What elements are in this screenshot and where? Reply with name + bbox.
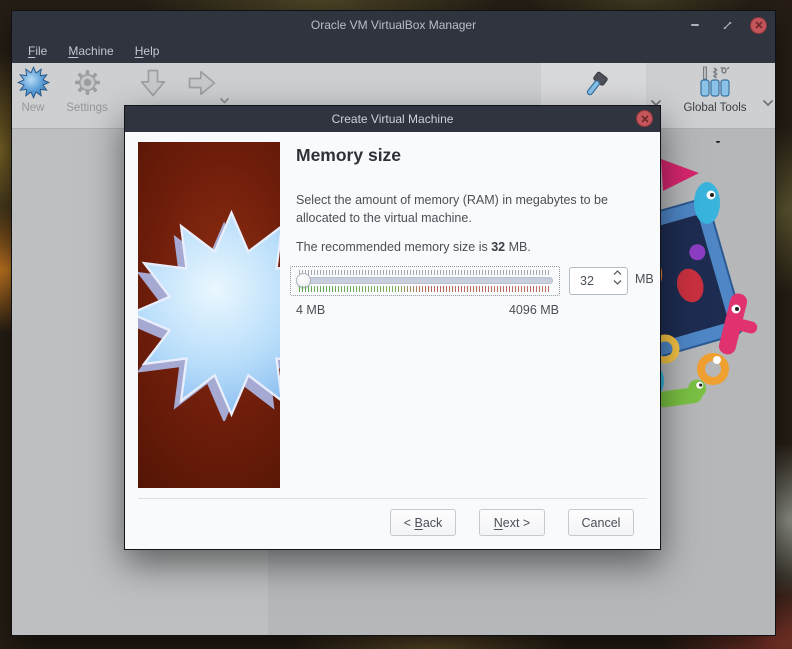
arrow-right-icon xyxy=(188,70,216,96)
slider-min-label: 4 MB xyxy=(296,303,326,317)
recommendation-text: The recommended memory size is 32 MB. xyxy=(296,240,531,254)
close-icon xyxy=(754,21,763,29)
spin-down-button[interactable] xyxy=(613,279,622,285)
wizard-starburst-image xyxy=(138,142,280,488)
global-tools-icon xyxy=(700,66,730,97)
button-separator xyxy=(138,498,647,499)
slider-ticks-top xyxy=(299,270,551,275)
description-text: Select the amount of memory (RAM) in meg… xyxy=(296,193,608,225)
minimize-button[interactable] xyxy=(686,16,704,34)
hammer-icon xyxy=(586,71,608,96)
machine-tools-button[interactable] xyxy=(568,70,620,104)
window-title: Oracle VM VirtualBox Manager xyxy=(310,18,477,32)
menu-file[interactable]: File xyxy=(20,42,55,60)
memory-slider[interactable] xyxy=(290,266,560,296)
global-tools-label: Global Tools xyxy=(683,102,747,114)
window-controls xyxy=(686,11,767,39)
close-button[interactable] xyxy=(750,16,767,34)
slider-ticks-colored xyxy=(299,286,551,292)
cancel-button[interactable]: Cancel xyxy=(568,509,634,536)
restore-icon xyxy=(723,21,731,29)
discard-button[interactable] xyxy=(134,66,172,100)
back-button[interactable]: < Back xyxy=(390,509,456,536)
start-button[interactable] xyxy=(183,66,221,100)
window-titlebar: Oracle VM VirtualBox Manager xyxy=(12,11,775,39)
spin-buttons xyxy=(613,270,622,285)
memory-unit-label: MB xyxy=(635,272,654,286)
dialog-title: Create Virtual Machine xyxy=(331,112,454,126)
close-icon xyxy=(640,114,649,123)
dialog-buttons: < Back Next > Cancel xyxy=(125,509,660,536)
global-tools-button[interactable]: Global Tools xyxy=(677,66,753,114)
new-vm-button[interactable]: New xyxy=(12,66,54,114)
settings-gear-icon xyxy=(74,70,100,95)
dialog-titlebar: Create Virtual Machine xyxy=(125,106,660,132)
start-dropdown-chevron-icon[interactable] xyxy=(219,97,230,104)
arrow-down-icon xyxy=(140,69,166,97)
memory-control-row: 32 MB xyxy=(290,266,654,300)
screen: Oracle VM VirtualBox Manager File Machin… xyxy=(0,0,792,649)
memory-spinbox[interactable]: 32 xyxy=(569,267,628,295)
memory-value[interactable]: 32 xyxy=(580,268,594,294)
global-tools-chevron-icon[interactable] xyxy=(762,99,774,107)
restore-button[interactable] xyxy=(718,16,736,34)
new-vm-starburst-icon xyxy=(16,66,50,99)
create-vm-dialog: Create Virtual Machine Memory size Selec… xyxy=(124,105,661,550)
new-vm-label: New xyxy=(21,102,45,114)
settings-label: Settings xyxy=(66,102,108,114)
menu-machine[interactable]: Machine xyxy=(60,42,121,60)
slider-max-label: 4096 MB xyxy=(508,303,559,317)
settings-button[interactable]: Settings xyxy=(65,66,109,114)
menubar: File Machine Help xyxy=(12,39,775,63)
dialog-body: Memory size Select the amount of memory … xyxy=(125,132,660,549)
starburst-graphic xyxy=(138,209,280,421)
minimize-icon xyxy=(691,24,699,26)
menu-help[interactable]: Help xyxy=(127,42,168,60)
next-button[interactable]: Next > xyxy=(479,509,545,536)
slider-track[interactable] xyxy=(297,277,553,284)
page-title: Memory size xyxy=(296,145,402,165)
spin-up-button[interactable] xyxy=(613,270,622,276)
dialog-close-button[interactable] xyxy=(636,110,653,127)
